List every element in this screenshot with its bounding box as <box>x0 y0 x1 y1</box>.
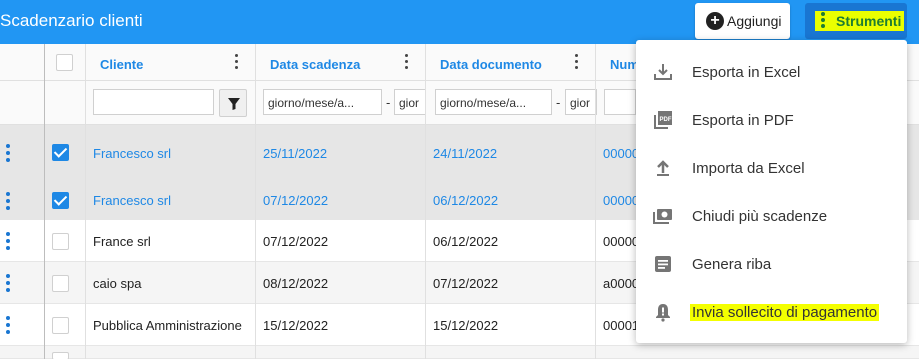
filter-button[interactable] <box>219 89 247 117</box>
numero-filter-input[interactable] <box>604 89 636 115</box>
row-menu-icon[interactable] <box>6 232 10 250</box>
range-dash: - <box>386 95 391 110</box>
menu-item-label: Chiudi più scadenze <box>692 208 828 225</box>
menu-item-label: Invia sollecito di pagamento <box>690 304 880 321</box>
cell-numero: 00000 <box>603 146 640 161</box>
menu-item-export-pdf[interactable]: PDF Esporta in PDF <box>636 96 907 144</box>
tools-button-label: Strumenti <box>836 13 902 29</box>
cell-data-documento: 06/12/2022 <box>433 193 499 208</box>
add-button-label: Aggiungi <box>727 13 782 29</box>
documento-to-input[interactable]: gior <box>565 89 597 115</box>
download-icon <box>654 64 672 80</box>
column-divider <box>255 44 256 359</box>
table-row[interactable] <box>0 346 919 359</box>
menu-item-label: Genera riba <box>692 256 772 273</box>
tools-button[interactable]: Strumenti <box>805 3 907 39</box>
menu-item-label: Esporta in PDF <box>692 112 794 129</box>
cell-data-documento: 06/12/2022 <box>433 234 499 249</box>
row-checkbox[interactable] <box>52 144 69 161</box>
cell-data-documento: 07/12/2022 <box>433 276 499 291</box>
document-icon <box>655 256 671 272</box>
documento-from-input[interactable]: giorno/mese/a... <box>435 89 552 115</box>
column-header-data-documento[interactable]: Data documento <box>440 57 542 72</box>
menu-item-generate-riba[interactable]: Genera riba <box>636 240 907 288</box>
cell-data-documento: 15/12/2022 <box>433 318 499 333</box>
row-menu-icon[interactable] <box>6 316 10 334</box>
range-dash: - <box>556 95 561 110</box>
cell-data-scadenza: 08/12/2022 <box>263 276 329 291</box>
svg-text:PDF: PDF <box>660 117 672 123</box>
row-menu-icon[interactable] <box>6 192 10 210</box>
app-window: Scadenzario clienti + Aggiungi Strumenti… <box>0 0 919 359</box>
cell-numero: a0000 <box>603 276 640 291</box>
row-checkbox[interactable] <box>52 233 69 250</box>
add-button[interactable]: + Aggiungi <box>695 3 790 39</box>
column-menu-icon[interactable] <box>405 54 409 70</box>
menu-item-label: Esporta in Excel <box>692 64 801 81</box>
select-all-checkbox[interactable] <box>56 54 73 71</box>
tools-dropdown-menu: Esporta in Excel PDF Esporta in PDF Impo… <box>636 40 907 343</box>
row-menu-icon[interactable] <box>6 274 10 292</box>
payments-icon <box>653 209 672 224</box>
menu-item-close-deadlines[interactable]: Chiudi più scadenze <box>636 192 907 240</box>
cell-cliente: Pubblica Amministrazione <box>93 318 242 333</box>
cell-cliente: France srl <box>93 234 151 249</box>
column-menu-icon[interactable] <box>235 54 239 70</box>
column-divider <box>595 44 596 359</box>
menu-item-send-payment-reminder[interactable]: Invia sollecito di pagamento <box>636 288 907 336</box>
cell-data-scadenza: 07/12/2022 <box>263 193 329 208</box>
scadenza-from-input[interactable]: giorno/mese/a... <box>263 89 382 115</box>
column-header-data-scadenza[interactable]: Data scadenza <box>270 57 360 72</box>
page-title: Scadenzario clienti <box>0 11 143 30</box>
filter-icon <box>228 98 240 110</box>
cell-numero: 00000 <box>603 193 640 208</box>
cell-numero: 00000 <box>603 234 640 249</box>
column-divider <box>44 44 45 359</box>
more-vert-icon <box>821 12 825 30</box>
alert-bell-icon <box>656 304 670 322</box>
row-checkbox[interactable] <box>52 275 69 292</box>
cell-numero: 00001 <box>603 318 640 333</box>
column-header-cliente[interactable]: Cliente <box>100 57 143 72</box>
row-checkbox[interactable] <box>52 352 69 359</box>
cliente-filter-input[interactable] <box>93 89 214 115</box>
column-menu-icon[interactable] <box>575 54 579 70</box>
menu-item-label: Importa da Excel <box>692 160 805 177</box>
column-header-numero[interactable]: Num <box>610 57 639 72</box>
plus-icon: + <box>706 12 724 30</box>
header-bar: Scadenzario clienti + Aggiungi Strumenti <box>0 0 919 44</box>
cell-data-scadenza: 15/12/2022 <box>263 318 329 333</box>
cell-data-scadenza: 25/11/2022 <box>263 146 328 161</box>
menu-item-export-excel[interactable]: Esporta in Excel <box>636 48 907 96</box>
column-divider <box>425 44 426 359</box>
menu-item-import-excel[interactable]: Importa da Excel <box>636 144 907 192</box>
scadenza-to-input[interactable]: gior <box>394 89 426 115</box>
cell-cliente: caio spa <box>93 276 142 291</box>
column-divider <box>85 44 86 359</box>
cell-cliente: Francesco srl <box>93 193 172 208</box>
upload-icon <box>657 160 669 176</box>
cell-cliente: Francesco srl <box>93 146 172 161</box>
row-checkbox[interactable] <box>52 192 69 209</box>
pdf-icon: PDF <box>654 111 672 129</box>
cell-data-scadenza: 07/12/2022 <box>263 234 329 249</box>
row-checkbox[interactable] <box>52 317 69 334</box>
cell-data-documento: 24/11/2022 <box>433 146 498 161</box>
row-menu-icon[interactable] <box>6 144 10 162</box>
